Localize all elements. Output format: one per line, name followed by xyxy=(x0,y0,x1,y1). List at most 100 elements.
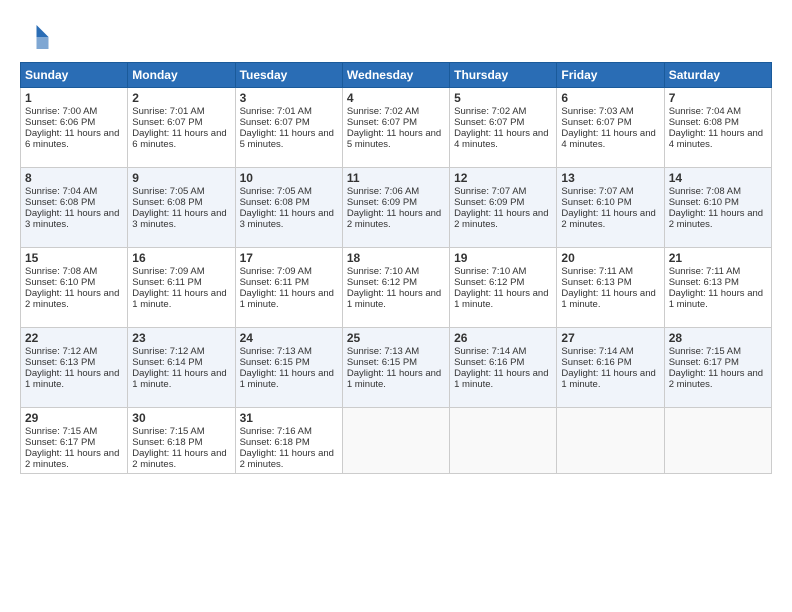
calendar-cell xyxy=(450,408,557,474)
calendar-cell: 6Sunrise: 7:03 AMSunset: 6:07 PMDaylight… xyxy=(557,88,664,168)
day-info: Sunrise: 7:02 AMSunset: 6:07 PMDaylight:… xyxy=(454,106,548,150)
day-info: Sunrise: 7:06 AMSunset: 6:09 PMDaylight:… xyxy=(347,186,441,230)
calendar-cell xyxy=(342,408,449,474)
calendar-cell: 13Sunrise: 7:07 AMSunset: 6:10 PMDayligh… xyxy=(557,168,664,248)
day-info: Sunrise: 7:00 AMSunset: 6:06 PMDaylight:… xyxy=(25,106,119,150)
day-info: Sunrise: 7:10 AMSunset: 6:12 PMDaylight:… xyxy=(454,266,548,310)
day-number: 21 xyxy=(669,251,767,265)
day-number: 9 xyxy=(132,171,230,185)
weekday-header-tuesday: Tuesday xyxy=(235,63,342,88)
page: SundayMondayTuesdayWednesdayThursdayFrid… xyxy=(0,0,792,484)
weekday-header-wednesday: Wednesday xyxy=(342,63,449,88)
day-number: 24 xyxy=(240,331,338,345)
day-number: 5 xyxy=(454,91,552,105)
calendar-cell: 21Sunrise: 7:11 AMSunset: 6:13 PMDayligh… xyxy=(664,248,771,328)
day-number: 3 xyxy=(240,91,338,105)
day-number: 10 xyxy=(240,171,338,185)
calendar-cell: 15Sunrise: 7:08 AMSunset: 6:10 PMDayligh… xyxy=(21,248,128,328)
calendar-cell: 10Sunrise: 7:05 AMSunset: 6:08 PMDayligh… xyxy=(235,168,342,248)
weekday-header-thursday: Thursday xyxy=(450,63,557,88)
calendar-cell: 3Sunrise: 7:01 AMSunset: 6:07 PMDaylight… xyxy=(235,88,342,168)
day-number: 15 xyxy=(25,251,123,265)
day-number: 13 xyxy=(561,171,659,185)
day-number: 30 xyxy=(132,411,230,425)
calendar-week-4: 22Sunrise: 7:12 AMSunset: 6:13 PMDayligh… xyxy=(21,328,772,408)
day-number: 1 xyxy=(25,91,123,105)
day-info: Sunrise: 7:11 AMSunset: 6:13 PMDaylight:… xyxy=(561,266,655,310)
day-info: Sunrise: 7:05 AMSunset: 6:08 PMDaylight:… xyxy=(132,186,226,230)
day-info: Sunrise: 7:13 AMSunset: 6:15 PMDaylight:… xyxy=(240,346,334,390)
day-info: Sunrise: 7:13 AMSunset: 6:15 PMDaylight:… xyxy=(347,346,441,390)
day-number: 12 xyxy=(454,171,552,185)
day-number: 20 xyxy=(561,251,659,265)
day-number: 6 xyxy=(561,91,659,105)
day-info: Sunrise: 7:07 AMSunset: 6:09 PMDaylight:… xyxy=(454,186,548,230)
weekday-header-saturday: Saturday xyxy=(664,63,771,88)
calendar-cell: 2Sunrise: 7:01 AMSunset: 6:07 PMDaylight… xyxy=(128,88,235,168)
day-number: 23 xyxy=(132,331,230,345)
day-info: Sunrise: 7:08 AMSunset: 6:10 PMDaylight:… xyxy=(25,266,119,310)
day-info: Sunrise: 7:09 AMSunset: 6:11 PMDaylight:… xyxy=(240,266,334,310)
calendar-cell: 23Sunrise: 7:12 AMSunset: 6:14 PMDayligh… xyxy=(128,328,235,408)
day-info: Sunrise: 7:15 AMSunset: 6:17 PMDaylight:… xyxy=(669,346,763,390)
calendar-week-1: 1Sunrise: 7:00 AMSunset: 6:06 PMDaylight… xyxy=(21,88,772,168)
calendar-cell: 24Sunrise: 7:13 AMSunset: 6:15 PMDayligh… xyxy=(235,328,342,408)
header xyxy=(20,18,772,52)
calendar-cell: 5Sunrise: 7:02 AMSunset: 6:07 PMDaylight… xyxy=(450,88,557,168)
day-info: Sunrise: 7:03 AMSunset: 6:07 PMDaylight:… xyxy=(561,106,655,150)
calendar-cell: 17Sunrise: 7:09 AMSunset: 6:11 PMDayligh… xyxy=(235,248,342,328)
day-info: Sunrise: 7:10 AMSunset: 6:12 PMDaylight:… xyxy=(347,266,441,310)
day-number: 19 xyxy=(454,251,552,265)
day-info: Sunrise: 7:12 AMSunset: 6:14 PMDaylight:… xyxy=(132,346,226,390)
logo-icon xyxy=(20,22,50,52)
calendar-cell: 19Sunrise: 7:10 AMSunset: 6:12 PMDayligh… xyxy=(450,248,557,328)
day-number: 4 xyxy=(347,91,445,105)
day-info: Sunrise: 7:14 AMSunset: 6:16 PMDaylight:… xyxy=(561,346,655,390)
day-info: Sunrise: 7:04 AMSunset: 6:08 PMDaylight:… xyxy=(669,106,763,150)
calendar-cell: 8Sunrise: 7:04 AMSunset: 6:08 PMDaylight… xyxy=(21,168,128,248)
calendar-cell xyxy=(557,408,664,474)
day-number: 22 xyxy=(25,331,123,345)
day-info: Sunrise: 7:15 AMSunset: 6:18 PMDaylight:… xyxy=(132,426,226,470)
day-info: Sunrise: 7:01 AMSunset: 6:07 PMDaylight:… xyxy=(132,106,226,150)
day-number: 8 xyxy=(25,171,123,185)
day-info: Sunrise: 7:04 AMSunset: 6:08 PMDaylight:… xyxy=(25,186,119,230)
weekday-header-sunday: Sunday xyxy=(21,63,128,88)
calendar-cell: 20Sunrise: 7:11 AMSunset: 6:13 PMDayligh… xyxy=(557,248,664,328)
day-info: Sunrise: 7:02 AMSunset: 6:07 PMDaylight:… xyxy=(347,106,441,150)
calendar-cell: 4Sunrise: 7:02 AMSunset: 6:07 PMDaylight… xyxy=(342,88,449,168)
day-info: Sunrise: 7:08 AMSunset: 6:10 PMDaylight:… xyxy=(669,186,763,230)
calendar-cell: 1Sunrise: 7:00 AMSunset: 6:06 PMDaylight… xyxy=(21,88,128,168)
calendar-cell: 30Sunrise: 7:15 AMSunset: 6:18 PMDayligh… xyxy=(128,408,235,474)
calendar-cell: 16Sunrise: 7:09 AMSunset: 6:11 PMDayligh… xyxy=(128,248,235,328)
day-info: Sunrise: 7:05 AMSunset: 6:08 PMDaylight:… xyxy=(240,186,334,230)
calendar-week-3: 15Sunrise: 7:08 AMSunset: 6:10 PMDayligh… xyxy=(21,248,772,328)
day-number: 17 xyxy=(240,251,338,265)
day-number: 7 xyxy=(669,91,767,105)
day-number: 28 xyxy=(669,331,767,345)
day-info: Sunrise: 7:09 AMSunset: 6:11 PMDaylight:… xyxy=(132,266,226,310)
calendar-week-5: 29Sunrise: 7:15 AMSunset: 6:17 PMDayligh… xyxy=(21,408,772,474)
calendar-cell xyxy=(664,408,771,474)
calendar-cell: 7Sunrise: 7:04 AMSunset: 6:08 PMDaylight… xyxy=(664,88,771,168)
calendar-cell: 22Sunrise: 7:12 AMSunset: 6:13 PMDayligh… xyxy=(21,328,128,408)
weekday-header-friday: Friday xyxy=(557,63,664,88)
calendar-cell: 26Sunrise: 7:14 AMSunset: 6:16 PMDayligh… xyxy=(450,328,557,408)
day-number: 18 xyxy=(347,251,445,265)
day-number: 2 xyxy=(132,91,230,105)
calendar-cell: 18Sunrise: 7:10 AMSunset: 6:12 PMDayligh… xyxy=(342,248,449,328)
calendar-cell: 11Sunrise: 7:06 AMSunset: 6:09 PMDayligh… xyxy=(342,168,449,248)
day-info: Sunrise: 7:16 AMSunset: 6:18 PMDaylight:… xyxy=(240,426,334,470)
weekday-header-row: SundayMondayTuesdayWednesdayThursdayFrid… xyxy=(21,63,772,88)
day-number: 16 xyxy=(132,251,230,265)
calendar-cell: 28Sunrise: 7:15 AMSunset: 6:17 PMDayligh… xyxy=(664,328,771,408)
day-info: Sunrise: 7:12 AMSunset: 6:13 PMDaylight:… xyxy=(25,346,119,390)
calendar-cell: 27Sunrise: 7:14 AMSunset: 6:16 PMDayligh… xyxy=(557,328,664,408)
calendar-cell: 9Sunrise: 7:05 AMSunset: 6:08 PMDaylight… xyxy=(128,168,235,248)
day-number: 29 xyxy=(25,411,123,425)
day-info: Sunrise: 7:07 AMSunset: 6:10 PMDaylight:… xyxy=(561,186,655,230)
day-info: Sunrise: 7:15 AMSunset: 6:17 PMDaylight:… xyxy=(25,426,119,470)
day-number: 27 xyxy=(561,331,659,345)
day-number: 26 xyxy=(454,331,552,345)
day-number: 31 xyxy=(240,411,338,425)
